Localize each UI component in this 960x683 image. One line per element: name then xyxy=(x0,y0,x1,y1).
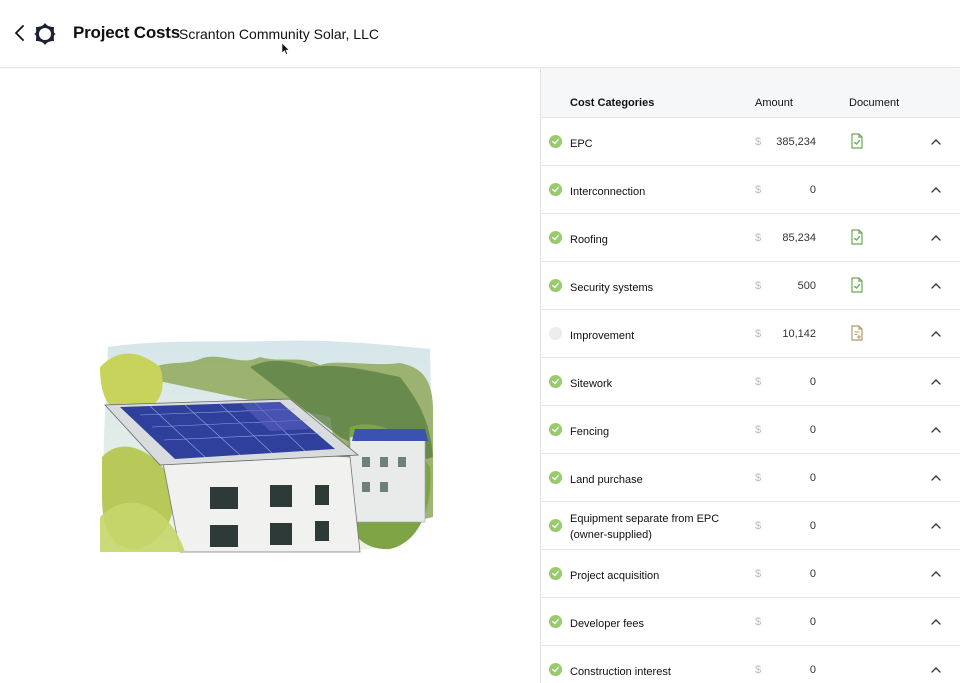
back-arrow-icon[interactable] xyxy=(10,22,30,44)
table-row[interactable]: EPC $385,234 xyxy=(541,118,960,166)
chevron-up-icon[interactable] xyxy=(930,521,942,531)
chevron-up-icon[interactable] xyxy=(930,425,942,435)
page-title: Project Costs xyxy=(73,23,180,42)
chevron-up-icon[interactable] xyxy=(930,137,942,147)
table-row[interactable]: Improvement $10,142 xyxy=(541,310,960,358)
project-name: Scranton Community Solar, LLC xyxy=(179,26,379,42)
table-body: EPC $385,234 Interconnection $0 Roofing $85,2… xyxy=(541,118,960,683)
table-row[interactable]: Equipment separate from EPC (owner-suppl… xyxy=(541,502,960,550)
table-row[interactable]: Roofing $85,234 xyxy=(541,214,960,262)
amount-value: 10,142 xyxy=(782,328,816,340)
cost-category-label: Equipment separate from EPC (owner-suppl… xyxy=(570,513,720,541)
cost-category-label: Interconnection xyxy=(570,186,646,198)
amount-value: 0 xyxy=(809,616,816,628)
amount-value: 0 xyxy=(809,376,816,388)
doc-check-icon[interactable] xyxy=(850,229,864,245)
doc-check-icon[interactable] xyxy=(850,277,864,293)
app-logo-icon xyxy=(33,22,57,46)
cost-category-label: Project acquisition xyxy=(570,570,660,582)
illustration-pane xyxy=(0,69,540,683)
column-header-amount: Amount xyxy=(755,97,793,109)
chevron-up-icon[interactable] xyxy=(930,233,942,243)
column-header-document: Document xyxy=(849,97,900,109)
chevron-up-icon[interactable] xyxy=(930,617,942,627)
status-complete-icon xyxy=(549,183,562,196)
chevron-up-icon[interactable] xyxy=(930,329,942,339)
amount-value: 0 xyxy=(809,424,816,436)
table-row[interactable]: Interconnection $0 xyxy=(541,166,960,214)
chevron-up-icon[interactable] xyxy=(930,665,942,675)
amount-value: 85,234 xyxy=(782,232,816,244)
status-complete-icon xyxy=(549,279,562,292)
status-pending-icon xyxy=(549,327,562,340)
status-complete-icon xyxy=(549,135,562,148)
table-row[interactable]: Construction interest $0 xyxy=(541,646,960,683)
table-row[interactable]: Land purchase $0 xyxy=(541,454,960,502)
table-row[interactable]: Fencing $0 xyxy=(541,406,960,454)
status-complete-icon xyxy=(549,375,562,388)
cost-category-label: Roofing xyxy=(570,234,608,246)
cost-category-label: Security systems xyxy=(570,282,654,294)
column-header-category: Cost Categories xyxy=(570,97,655,109)
chevron-up-icon[interactable] xyxy=(930,281,942,291)
cost-category-label: Improvement xyxy=(570,330,635,342)
status-complete-icon xyxy=(549,663,562,676)
status-complete-icon xyxy=(549,519,562,532)
status-complete-icon xyxy=(549,423,562,436)
amount-value: 0 xyxy=(809,472,816,484)
status-complete-icon xyxy=(549,615,562,628)
cost-category-label: EPC xyxy=(570,138,593,150)
cost-category-label: Land purchase xyxy=(570,474,643,486)
cost-category-label: Fencing xyxy=(570,426,610,438)
chevron-up-icon[interactable] xyxy=(930,185,942,195)
amount-value: 385,234 xyxy=(776,136,816,148)
table-header: Cost Categories Amount Document xyxy=(541,69,960,118)
cost-table: Cost Categories Amount Document EPC $385,… xyxy=(540,69,960,683)
amount-value: 500 xyxy=(797,280,816,292)
status-complete-icon xyxy=(549,567,562,580)
amount-value: 0 xyxy=(809,520,816,532)
status-complete-icon xyxy=(549,471,562,484)
page-header: Project Costs Scranton Community Solar, … xyxy=(0,0,960,68)
status-complete-icon xyxy=(549,231,562,244)
cost-category-label: Developer fees xyxy=(570,618,644,630)
doc-check-icon[interactable] xyxy=(850,133,864,149)
table-row[interactable]: Developer fees $0 xyxy=(541,598,960,646)
amount-value: 0 xyxy=(809,568,816,580)
cost-category-label: Construction interest xyxy=(570,666,671,678)
chevron-up-icon[interactable] xyxy=(930,473,942,483)
mouse-cursor-icon xyxy=(281,42,290,60)
solar-building-illustration xyxy=(100,337,435,557)
amount-value: 0 xyxy=(809,664,816,676)
table-row[interactable]: Sitework $0 xyxy=(541,358,960,406)
amount-value: 0 xyxy=(809,184,816,196)
chevron-up-icon[interactable] xyxy=(930,569,942,579)
chevron-up-icon[interactable] xyxy=(930,377,942,387)
table-row[interactable]: Security systems $500 xyxy=(541,262,960,310)
doc-add-icon[interactable] xyxy=(850,325,864,341)
cost-category-label: Sitework xyxy=(570,378,613,390)
table-row[interactable]: Project acquisition $0 xyxy=(541,550,960,598)
